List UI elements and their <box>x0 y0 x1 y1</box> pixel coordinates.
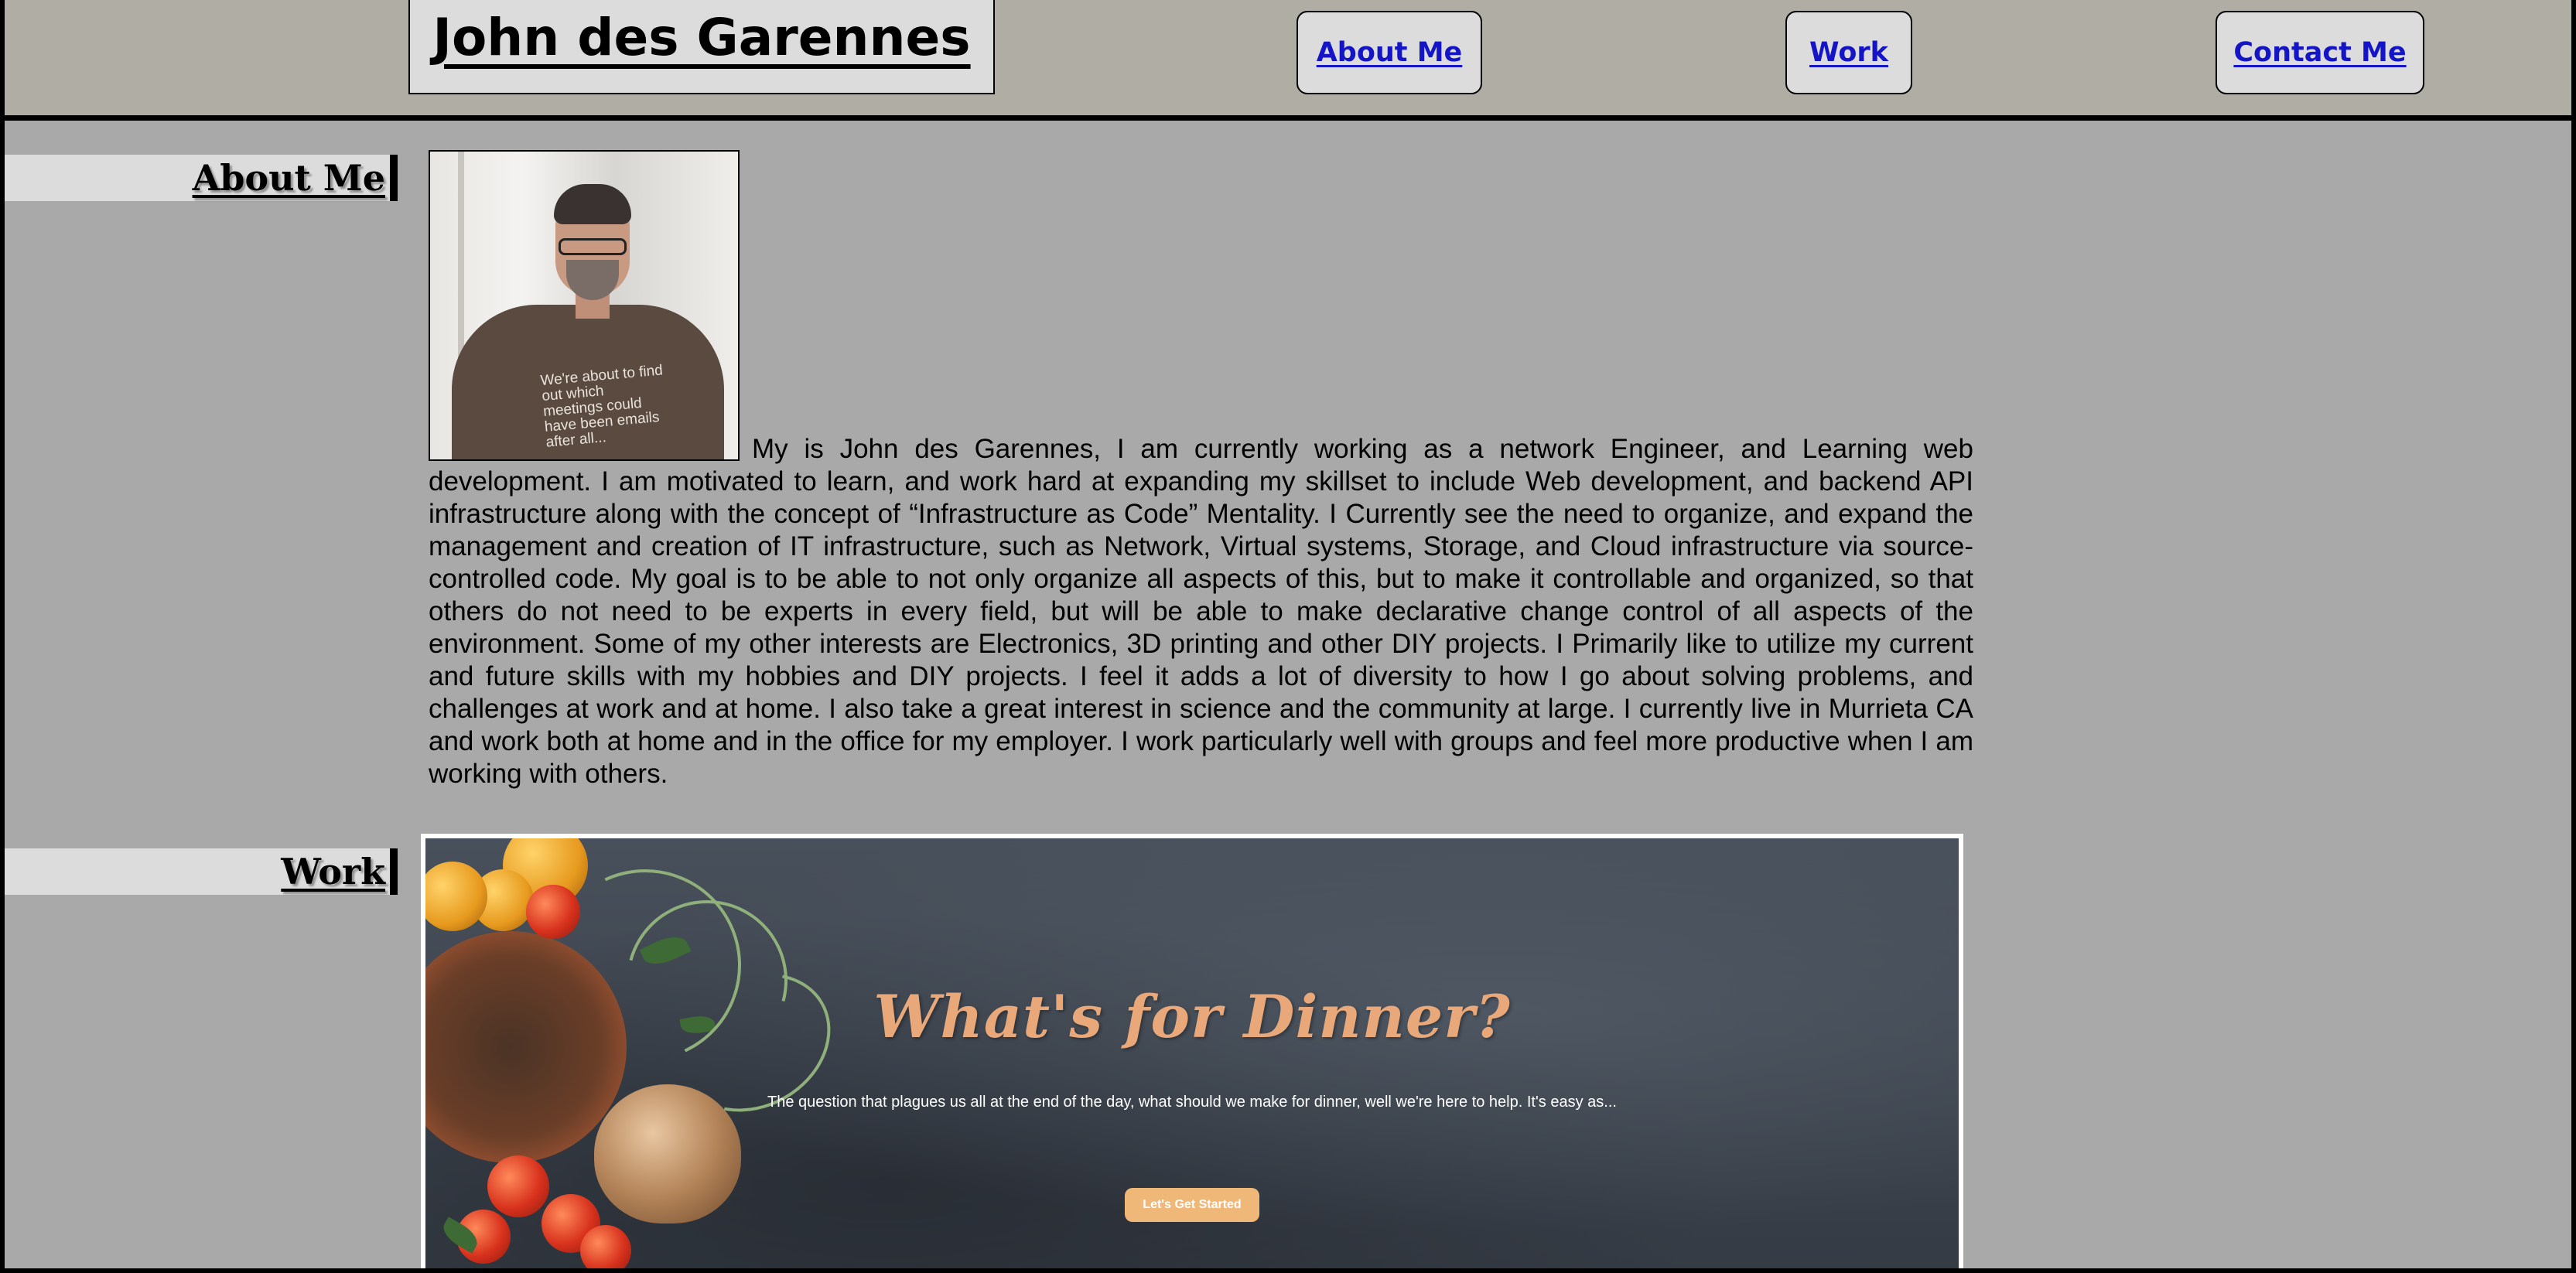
photo-beard <box>566 260 619 300</box>
nav-contact-me-button[interactable]: Contact Me <box>2216 11 2424 94</box>
photo-hair <box>554 184 631 224</box>
about-section-heading: About Me <box>5 155 398 201</box>
nav-work-button[interactable]: Work <box>1785 11 1912 94</box>
site-title: John des Garennes <box>432 7 971 67</box>
page: John des Garennes About Me Work Contact … <box>0 0 2576 1273</box>
about-bio-text: My is John des Garennes, I am currently … <box>429 434 1973 789</box>
tomato-image <box>580 1225 631 1268</box>
work-section-heading: Work <box>5 848 398 895</box>
tomato-image <box>487 1155 549 1217</box>
nav-about-me-button[interactable]: About Me <box>1297 11 1482 94</box>
profile-photo: We're about to find out which meetings c… <box>429 150 740 461</box>
nav-contact-me-label[interactable]: Contact Me <box>2233 37 2406 68</box>
photo-shirt-text: We're about to find out which meetings c… <box>539 362 664 451</box>
about-section: We're about to find out which meetings c… <box>429 150 1973 790</box>
photo-glasses <box>559 238 627 255</box>
project-title: What's for Dinner? <box>873 982 1511 1051</box>
nav-work-label[interactable]: Work <box>1809 37 1888 68</box>
site-header: John des Garennes About Me Work Contact … <box>5 0 2571 121</box>
project-tagline: The question that plagues us all at the … <box>767 1094 1617 1111</box>
get-started-button[interactable]: Let's Get Started <box>1125 1188 1259 1222</box>
site-title-box: John des Garennes <box>408 0 995 94</box>
nav-about-me-label[interactable]: About Me <box>1317 37 1463 68</box>
project-card-whats-for-dinner[interactable]: What's for Dinner? The question that pla… <box>421 834 1963 1268</box>
yellow-tomato-image <box>425 862 487 931</box>
